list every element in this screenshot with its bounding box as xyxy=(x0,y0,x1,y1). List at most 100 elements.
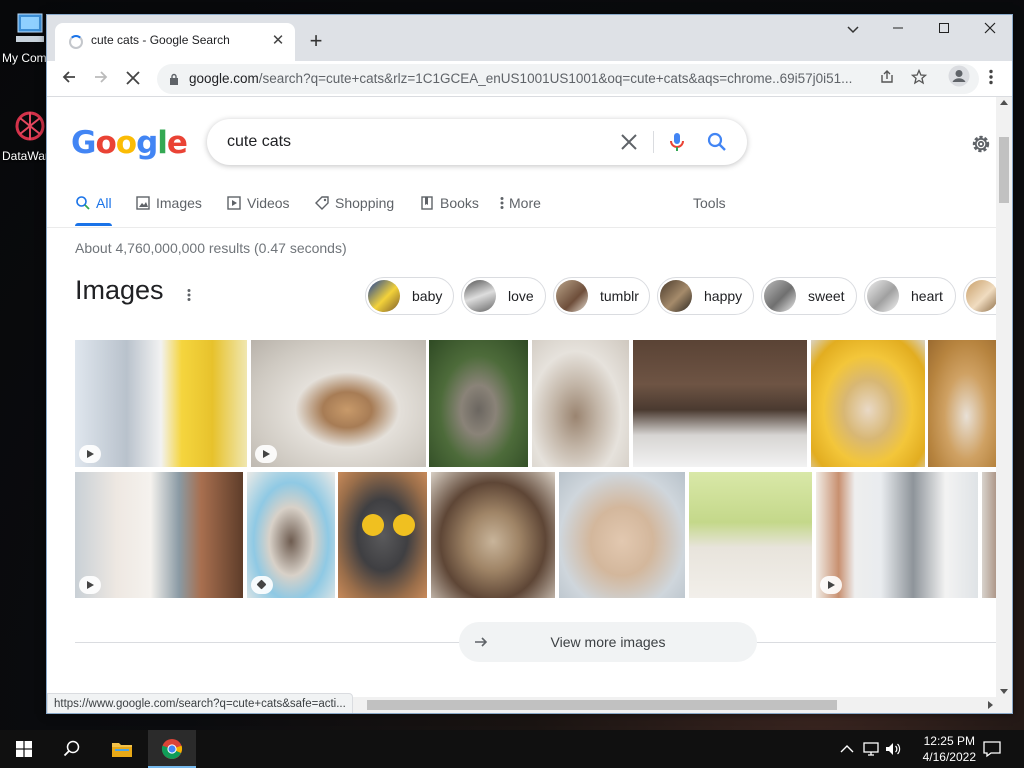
close-window-button[interactable] xyxy=(967,15,1012,45)
image-result[interactable] xyxy=(429,340,528,467)
scrollbar-thumb[interactable] xyxy=(999,137,1009,203)
close-icon xyxy=(126,71,140,85)
taskbar-chrome[interactable] xyxy=(148,730,196,768)
star-icon xyxy=(910,68,928,85)
image-result[interactable] xyxy=(532,340,629,467)
microphone-icon[interactable] xyxy=(665,130,689,154)
scroll-up-icon[interactable] xyxy=(1000,99,1008,105)
share-button[interactable] xyxy=(873,65,901,93)
image-result[interactable] xyxy=(338,472,427,598)
close-icon xyxy=(984,22,996,34)
chip-more[interactable] xyxy=(963,277,998,315)
image-result[interactable] xyxy=(75,340,247,467)
view-more-images-button[interactable]: View more images xyxy=(459,622,757,662)
tools-button[interactable]: Tools xyxy=(693,192,726,226)
tab-books[interactable]: Books xyxy=(419,192,479,226)
image-result[interactable] xyxy=(689,472,812,598)
tab-more[interactable]: More xyxy=(499,192,541,226)
image-result[interactable] xyxy=(247,472,335,598)
windows-logo-icon xyxy=(16,741,32,757)
tab-search-button[interactable] xyxy=(830,15,876,45)
start-button[interactable] xyxy=(0,730,48,768)
images-section-title: Images xyxy=(75,275,164,305)
tab-videos[interactable]: Videos xyxy=(226,192,290,226)
tab-all[interactable]: All xyxy=(75,192,112,226)
image-result[interactable] xyxy=(75,472,243,598)
search-icon xyxy=(76,196,90,210)
image-result[interactable] xyxy=(559,472,685,598)
logo-letter: g xyxy=(136,125,158,161)
taskbar-search-button[interactable] xyxy=(48,730,96,768)
image-result[interactable] xyxy=(251,340,426,467)
chip-baby[interactable]: baby xyxy=(365,277,454,315)
chip-label: sweet xyxy=(808,288,845,304)
network-icon[interactable] xyxy=(862,740,880,758)
play-icon xyxy=(79,576,101,594)
back-button[interactable] xyxy=(55,65,83,93)
scroll-down-icon[interactable] xyxy=(1000,689,1008,695)
more-vertical-icon[interactable] xyxy=(181,287,197,303)
play-icon xyxy=(820,576,842,594)
forward-button[interactable] xyxy=(87,65,115,93)
chip-thumbnail xyxy=(867,280,899,312)
browser-menu-button[interactable] xyxy=(977,65,1005,93)
scrollbar-thumb[interactable] xyxy=(367,700,837,710)
desktop-icon-my-computer[interactable]: My Computer xyxy=(2,10,46,65)
scroll-right-icon[interactable] xyxy=(988,701,994,709)
chip-label: love xyxy=(508,288,534,304)
system-clock[interactable]: 12:25 PM 4/16/2022 xyxy=(923,733,976,765)
tab-shopping[interactable]: Shopping xyxy=(314,192,394,226)
chip-thumbnail xyxy=(368,280,400,312)
maximize-button[interactable] xyxy=(921,15,967,45)
arrow-right-icon xyxy=(95,71,108,83)
logo-letter: o xyxy=(95,125,116,161)
stop-button[interactable] xyxy=(119,65,147,93)
search-icon xyxy=(63,740,80,757)
image-result[interactable] xyxy=(816,472,978,598)
clock-time: 12:25 PM xyxy=(923,734,975,748)
sunglasses-lens xyxy=(362,514,384,536)
address-bar[interactable]: google.com/search?q=cute+cats&rlz=1C1GCE… xyxy=(157,64,979,94)
tab-images[interactable]: Images xyxy=(135,192,202,226)
result-stats: About 4,760,000,000 results (0.47 second… xyxy=(75,240,347,256)
datawarrior-icon xyxy=(15,111,45,141)
image-icon xyxy=(136,196,150,210)
taskbar-file-explorer[interactable] xyxy=(98,730,146,768)
image-result[interactable] xyxy=(811,340,925,467)
logo-letter: o xyxy=(115,125,137,161)
image-result[interactable] xyxy=(431,472,555,598)
video-icon xyxy=(227,196,241,210)
image-result[interactable] xyxy=(928,340,998,467)
tab-label: Shopping xyxy=(335,195,395,211)
more-vertical-icon xyxy=(500,197,504,209)
minimize-button[interactable] xyxy=(875,15,921,45)
chevron-up-icon[interactable] xyxy=(838,740,856,758)
url-host: google.com xyxy=(189,71,259,86)
settings-gear-icon[interactable] xyxy=(969,132,993,156)
profile-button[interactable] xyxy=(945,65,973,93)
browser-tab[interactable]: cute cats - Google Search ✕ xyxy=(55,23,295,61)
volume-icon[interactable] xyxy=(884,740,902,758)
chip-thumbnail xyxy=(556,280,588,312)
chip-happy[interactable]: happy xyxy=(657,277,754,315)
tab-close-icon[interactable]: ✕ xyxy=(269,32,287,50)
chip-tumblr[interactable]: tumblr xyxy=(553,277,650,315)
google-logo[interactable]: Google xyxy=(71,125,188,161)
chip-label: baby xyxy=(412,288,443,304)
search-input[interactable] xyxy=(227,119,607,165)
logo-letter: G xyxy=(71,125,96,161)
chip-heart[interactable]: heart xyxy=(864,277,956,315)
lock-icon xyxy=(170,73,178,85)
clear-search-icon[interactable] xyxy=(617,130,641,154)
tab-label: Books xyxy=(440,195,479,211)
bookmark-star-button[interactable] xyxy=(905,65,933,93)
search-icon[interactable] xyxy=(705,130,729,154)
chip-love[interactable]: love xyxy=(461,277,546,315)
notifications-icon[interactable] xyxy=(982,739,1002,759)
loading-spinner-icon xyxy=(69,35,83,49)
vertical-scrollbar[interactable] xyxy=(996,97,1012,697)
desktop-icon-datawarrior[interactable]: DataWarrior xyxy=(2,108,46,163)
chip-sweet[interactable]: sweet xyxy=(761,277,857,315)
image-result[interactable] xyxy=(633,340,807,467)
new-tab-button[interactable]: + xyxy=(303,29,329,55)
